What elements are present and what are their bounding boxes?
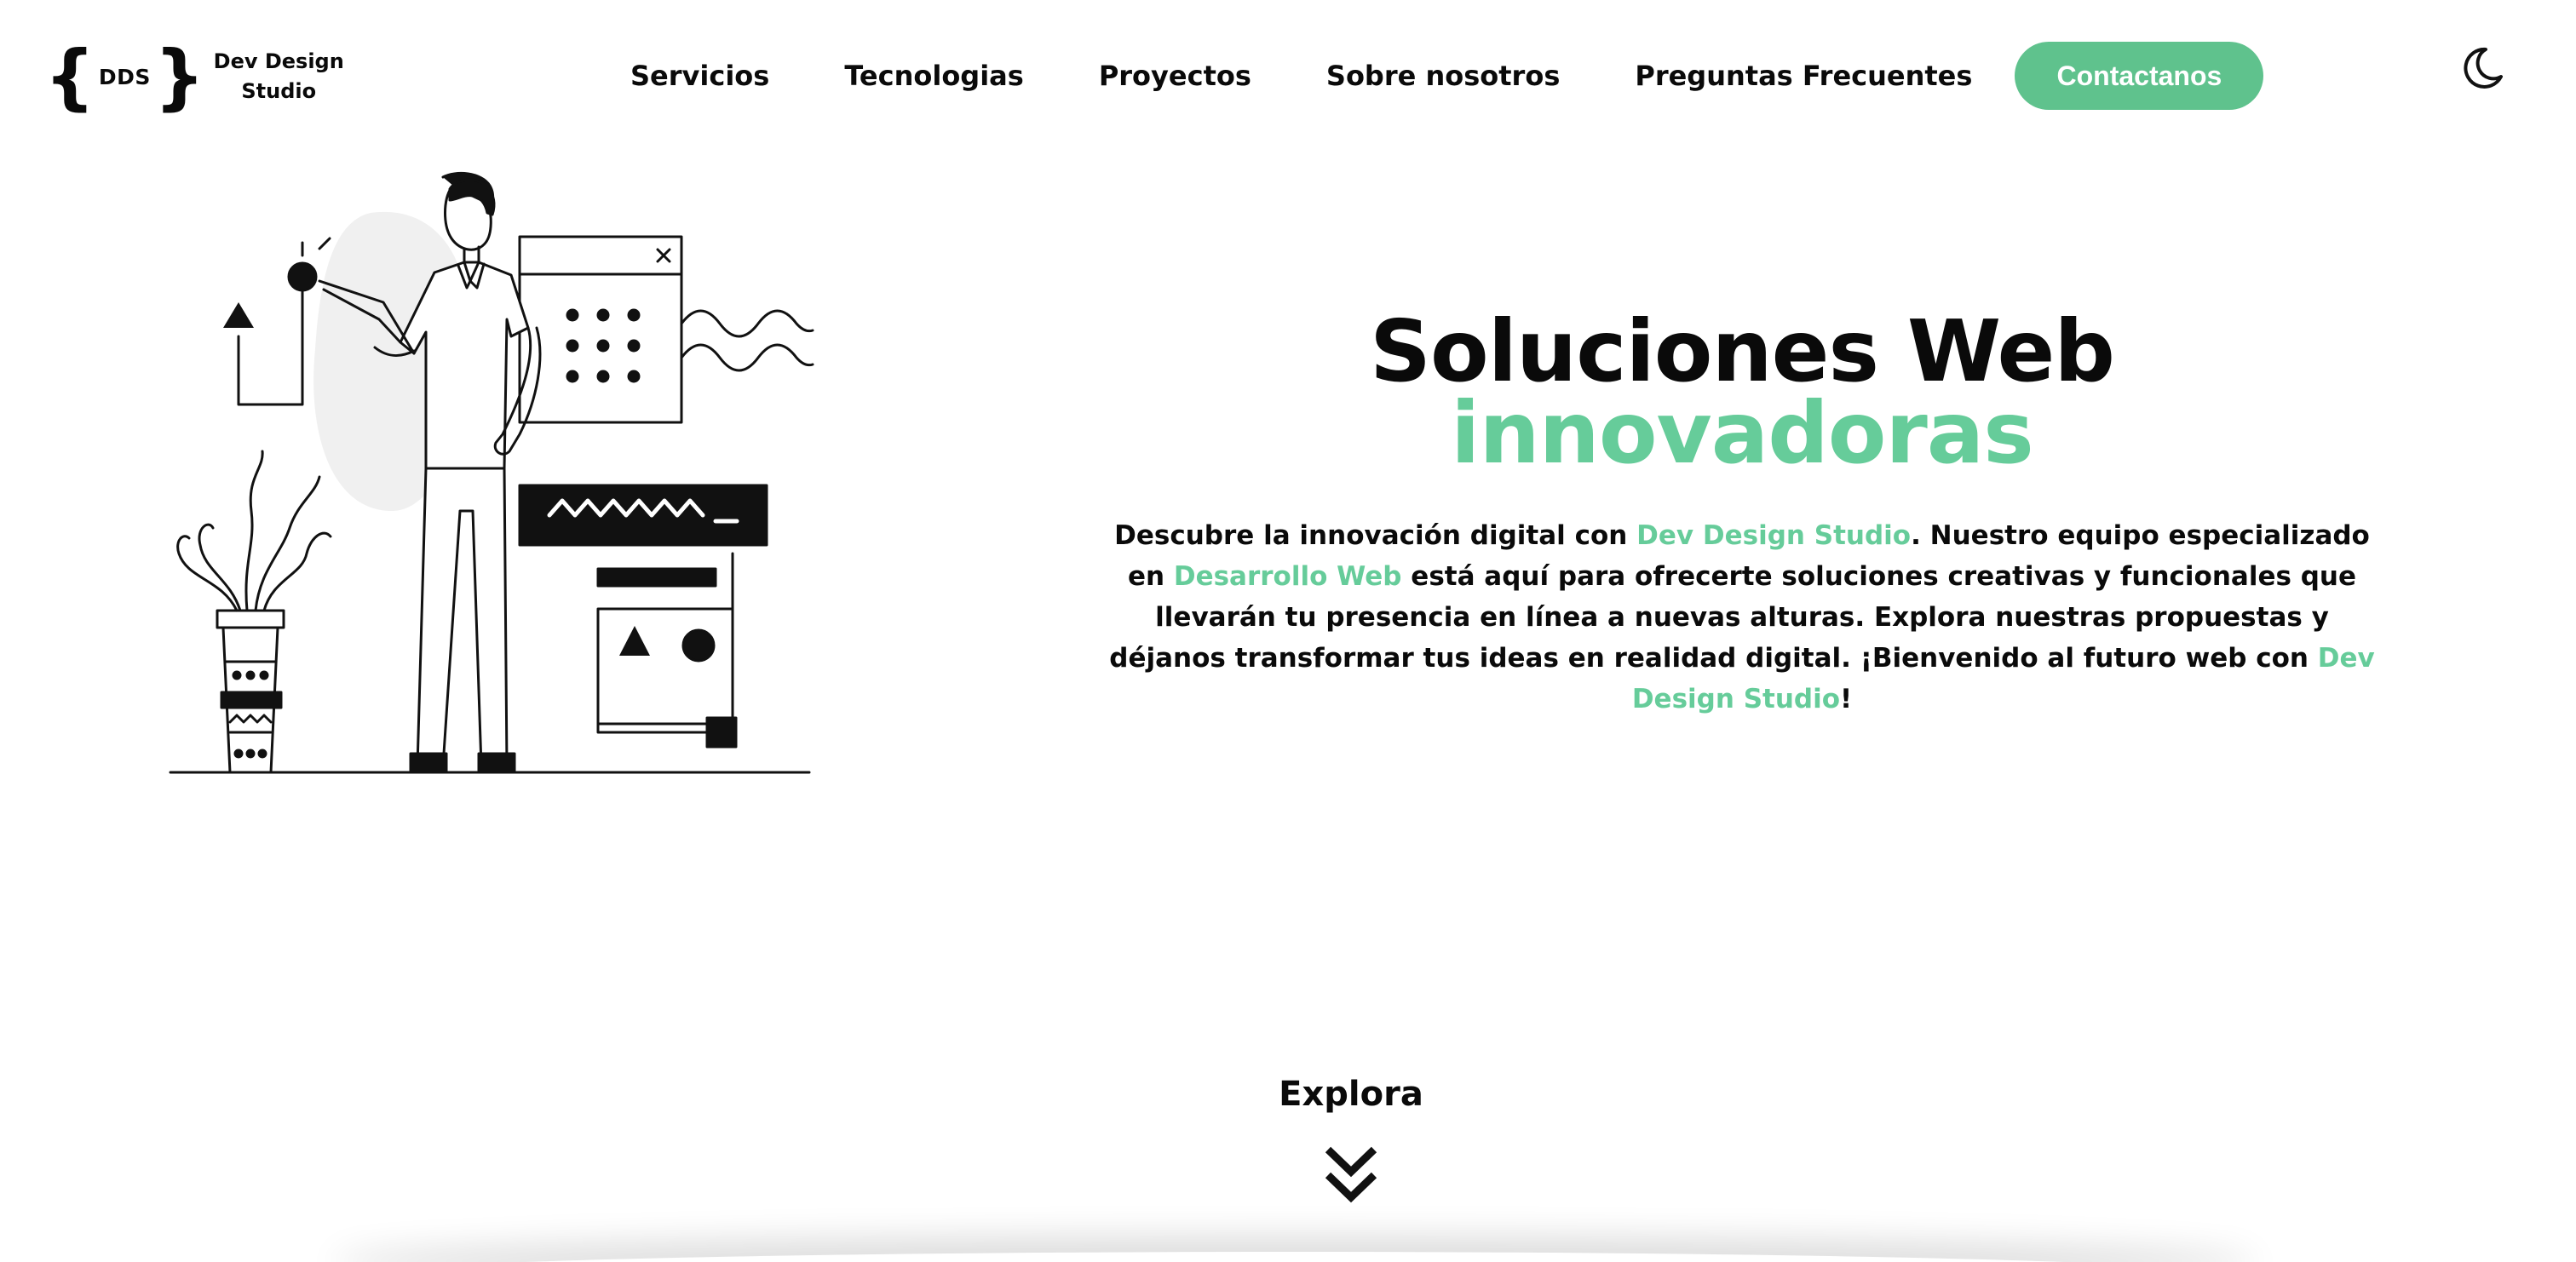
nav-link-proyectos[interactable]: Proyectos xyxy=(1099,60,1251,92)
double-chevron-down-icon[interactable] xyxy=(1323,1144,1379,1206)
logo-name-line2: Studio xyxy=(241,79,317,103)
logo[interactable]: { DDS } Dev Design Studio xyxy=(44,41,344,112)
next-section-edge xyxy=(332,1252,2257,1262)
hero-title: Soluciones Web innovadoras xyxy=(1099,301,2385,483)
moon-icon[interactable] xyxy=(2457,43,2508,94)
hero-description: Descubre la innovación digital con Dev D… xyxy=(1103,515,2381,720)
hero-desc-highlight1: Dev Design Studio xyxy=(1636,520,1912,551)
hero-title-line1: Soluciones Web xyxy=(1370,301,2115,401)
nav-link-sobre-nosotros[interactable]: Sobre nosotros xyxy=(1326,60,1560,92)
main-nav: Servicios Tecnologias Proyectos Sobre no… xyxy=(630,42,2264,110)
contact-button[interactable]: Contactanos xyxy=(2015,42,2264,110)
logo-initials: DDS xyxy=(98,64,151,89)
developer-illustration-icon xyxy=(169,171,814,774)
nav-link-tecnologias[interactable]: Tecnologias xyxy=(844,60,1023,92)
explore-link[interactable]: Explora xyxy=(1204,1075,1498,1206)
page: { DDS } Dev Design Studio Servicios Tecn… xyxy=(0,0,2576,1262)
nav-link-preguntas-frecuentes[interactable]: Preguntas Frecuentes xyxy=(1635,60,1972,92)
hero-desc-part4: ! xyxy=(1840,684,1853,714)
logo-name-line1: Dev Design xyxy=(213,49,344,73)
logo-brace-open: { xyxy=(44,35,95,118)
explore-label: Explora xyxy=(1279,1075,1423,1114)
logo-mark: { DDS } xyxy=(44,41,205,112)
logo-brace-close: } xyxy=(153,35,205,118)
hero-title-line2: innovadoras xyxy=(1451,383,2034,483)
hero-desc-part1: Descubre la innovación digital con xyxy=(1114,520,1637,551)
hero-desc-highlight2: Desarrollo Web xyxy=(1173,561,1402,592)
hero-section: Soluciones Web innovadoras Descubre la i… xyxy=(1099,301,2385,720)
logo-name: Dev Design Studio xyxy=(214,47,344,106)
nav-link-servicios[interactable]: Servicios xyxy=(630,60,769,92)
